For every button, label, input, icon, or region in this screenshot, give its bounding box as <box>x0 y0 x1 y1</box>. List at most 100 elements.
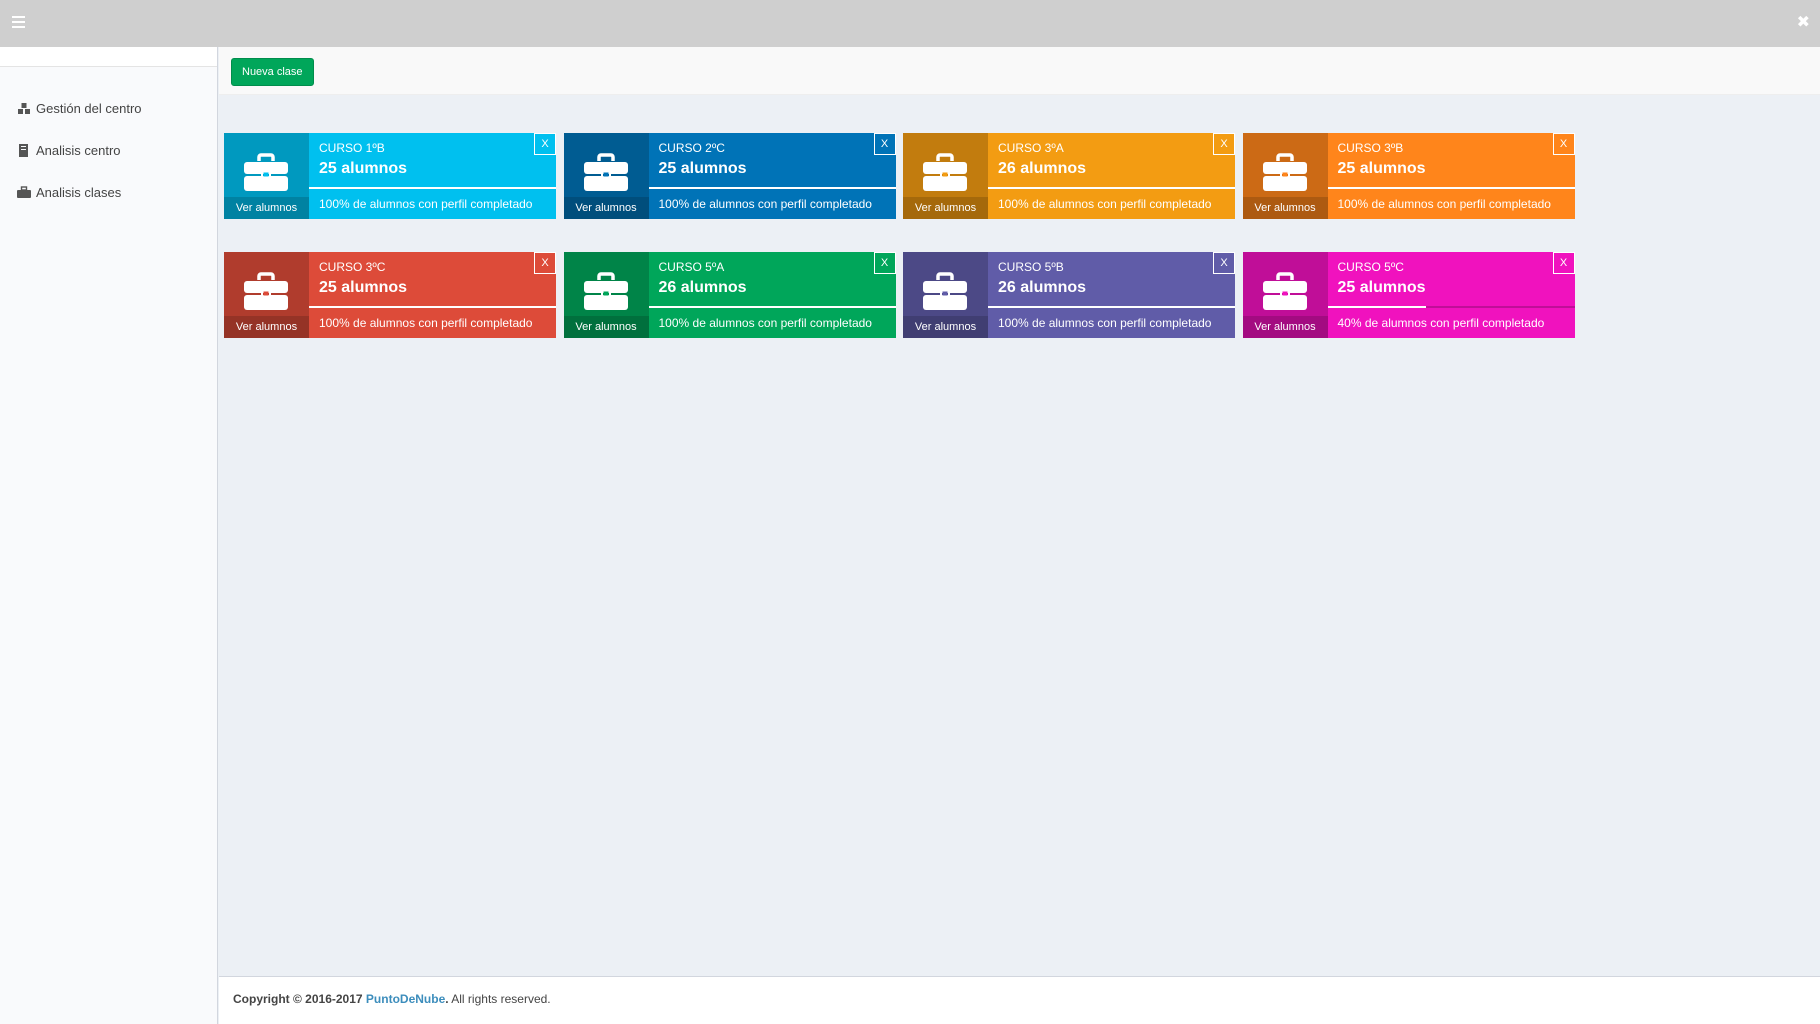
sidebar-item-label: Gestión del centro <box>36 100 142 116</box>
sidebar-item-gestion-centro[interactable]: Gestión del centro <box>0 87 217 129</box>
card-icon-area: Ver alumnos <box>563 252 649 338</box>
close-icon[interactable]: ✖ <box>1797 12 1810 31</box>
card-icon-area: Ver alumnos <box>903 252 988 338</box>
card-content: CURSO 3ºA 26 alumnos 100% de alumnos con… <box>988 133 1235 219</box>
student-count: 25 alumnos <box>1337 160 1426 177</box>
progress-description: 100% de alumnos con perfil completado <box>319 197 533 211</box>
student-count: 26 alumnos <box>998 160 1087 177</box>
class-title: CURSO 5ºA <box>658 260 725 274</box>
profile-progress-bar <box>1327 187 1575 189</box>
class-title: CURSO 5ºB <box>998 260 1064 274</box>
book-icon <box>19 143 28 157</box>
progress-description: 100% de alumnos con perfil completado <box>658 316 872 330</box>
card-content: CURSO 1ºB 25 alumnos 100% de alumnos con… <box>309 133 556 219</box>
class-title: CURSO 3ºA <box>998 141 1064 155</box>
profile-progress-bar <box>648 187 896 189</box>
rights-text: All rights reserved. <box>451 992 551 1006</box>
progress-fill <box>309 306 556 308</box>
briefcase-icon <box>244 272 288 310</box>
view-students-link[interactable]: Ver alumnos <box>224 316 309 338</box>
student-count: 25 alumnos <box>658 160 747 177</box>
class-title: CURSO 1ºB <box>319 141 385 155</box>
remove-class-button[interactable]: X <box>534 133 556 155</box>
profile-progress-bar <box>1327 306 1575 308</box>
student-count: 25 alumnos <box>319 160 408 177</box>
student-count: 25 alumnos <box>1337 279 1426 296</box>
class-title: CURSO 3ºC <box>319 260 386 274</box>
remove-class-button[interactable]: X <box>1552 252 1575 274</box>
sidebar: Gestión del centro Analisis centro Anali… <box>0 47 218 1024</box>
card-icon-area: Ver alumnos <box>1242 133 1328 219</box>
card-content: CURSO 5ºB 26 alumnos 100% de alumnos con… <box>988 252 1235 338</box>
view-students-link[interactable]: Ver alumnos <box>903 197 988 219</box>
profile-progress-bar <box>988 306 1235 308</box>
progress-fill <box>309 187 556 189</box>
student-count: 26 alumnos <box>998 279 1087 296</box>
progress-fill <box>648 306 896 308</box>
class-card: Ver alumnos CURSO 5ºC 25 alumnos 40% de … <box>1242 252 1575 338</box>
progress-fill <box>1327 187 1575 189</box>
card-icon-area: Ver alumnos <box>1242 252 1328 338</box>
copyright-text: Copyright © 2016-2017 <box>233 992 363 1006</box>
view-students-link[interactable]: Ver alumnos <box>1242 197 1328 219</box>
view-students-link[interactable]: Ver alumnos <box>563 197 649 219</box>
remove-class-button[interactable]: X <box>534 252 556 274</box>
briefcase-icon <box>583 153 628 191</box>
card-icon-area: Ver alumnos <box>563 133 649 219</box>
class-card: Ver alumnos CURSO 5ºB 26 alumnos 100% de… <box>903 252 1235 338</box>
view-students-link[interactable]: Ver alumnos <box>903 316 988 338</box>
progress-description: 100% de alumnos con perfil completado <box>998 316 1212 330</box>
new-class-button[interactable]: Nueva clase <box>231 58 314 86</box>
profile-progress-bar <box>988 187 1235 189</box>
class-title: CURSO 3ºB <box>1337 141 1404 155</box>
class-title: CURSO 2ºC <box>658 141 725 155</box>
progress-fill <box>988 306 1235 308</box>
brand-link[interactable]: PuntoDeNube <box>366 992 445 1006</box>
progress-description: 100% de alumnos con perfil completado <box>1337 197 1551 211</box>
progress-description: 40% de alumnos con perfil completado <box>1337 316 1545 330</box>
footer: Copyright © 2016-2017 PuntoDeNube. All r… <box>219 976 1820 1024</box>
briefcase-icon <box>583 272 628 310</box>
view-students-link[interactable]: Ver alumnos <box>224 197 309 219</box>
briefcase-icon <box>1262 153 1307 191</box>
remove-class-button[interactable]: X <box>873 133 896 155</box>
class-card: Ver alumnos CURSO 3ºA 26 alumnos 100% de… <box>903 133 1235 219</box>
student-count: 26 alumnos <box>658 279 747 296</box>
class-card: Ver alumnos CURSO 1ºB 25 alumnos 100% de… <box>224 133 556 219</box>
briefcase-icon <box>923 153 967 191</box>
sidebar-item-analisis-centro[interactable]: Analisis centro <box>0 129 217 171</box>
view-students-link[interactable]: Ver alumnos <box>563 316 649 338</box>
remove-class-button[interactable]: X <box>1213 133 1235 155</box>
card-content: CURSO 2ºC 25 alumnos 100% de alumnos con… <box>648 133 896 219</box>
remove-class-button[interactable]: X <box>873 252 896 274</box>
content-header: Nueva clase <box>219 47 1820 95</box>
view-students-link[interactable]: Ver alumnos <box>1242 316 1328 338</box>
class-card: Ver alumnos CURSO 3ºB 25 alumnos 100% de… <box>1242 133 1575 219</box>
remove-class-button[interactable]: X <box>1213 252 1235 274</box>
sidebar-item-label: Analisis clases <box>36 184 122 200</box>
progress-fill <box>988 187 1235 189</box>
sidebar-menu: Gestión del centro Analisis centro Anali… <box>0 67 217 213</box>
profile-progress-bar <box>648 306 896 308</box>
progress-description: 100% de alumnos con perfil completado <box>319 316 533 330</box>
cubes-icon <box>18 102 30 114</box>
briefcase-icon <box>17 185 31 198</box>
card-content: CURSO 5ºC 25 alumnos 40% de alumnos con … <box>1327 252 1575 338</box>
hamburger-icon[interactable] <box>12 13 28 33</box>
progress-description: 100% de alumnos con perfil completado <box>998 197 1212 211</box>
remove-class-button[interactable]: X <box>1552 133 1575 155</box>
card-icon-area: Ver alumnos <box>224 133 309 219</box>
card-icon-area: Ver alumnos <box>224 252 309 338</box>
sidebar-item-analisis-clases[interactable]: Analisis clases <box>0 171 217 213</box>
class-card: Ver alumnos CURSO 2ºC 25 alumnos 100% de… <box>563 133 896 219</box>
card-content: CURSO 3ºB 25 alumnos 100% de alumnos con… <box>1327 133 1575 219</box>
sidebar-item-label: Analisis centro <box>36 142 121 158</box>
profile-progress-bar <box>309 306 556 308</box>
progress-description: 100% de alumnos con perfil completado <box>658 197 872 211</box>
class-card: Ver alumnos CURSO 3ºC 25 alumnos 100% de… <box>224 252 556 338</box>
sidebar-header <box>0 47 217 67</box>
class-title: CURSO 5ºC <box>1337 260 1404 274</box>
student-count: 25 alumnos <box>319 279 408 296</box>
progress-fill <box>1327 306 1427 308</box>
card-content: CURSO 5ºA 26 alumnos 100% de alumnos con… <box>648 252 896 338</box>
